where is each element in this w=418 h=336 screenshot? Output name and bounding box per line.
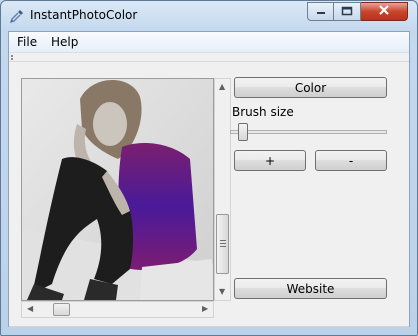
maximize-button[interactable] (334, 2, 361, 21)
app-window: InstantPhotoColor File Help ▲ ▼ ◀ ▶ Colo… (0, 0, 418, 336)
color-button[interactable]: Color (234, 77, 387, 98)
photo-canvas[interactable] (21, 78, 214, 301)
eyedropper-icon (9, 8, 25, 24)
grip-lines-icon (220, 240, 226, 241)
website-button[interactable]: Website (234, 278, 387, 299)
close-icon (377, 4, 391, 19)
brush-size-slider-track[interactable] (230, 130, 387, 134)
maximize-icon (341, 5, 353, 19)
horizontal-scroll-thumb[interactable] (53, 303, 70, 316)
window-title: InstantPhotoColor (30, 8, 138, 22)
close-button[interactable] (361, 2, 408, 21)
menu-bar: File Help (9, 32, 409, 53)
scroll-left-icon[interactable]: ◀ (27, 305, 33, 313)
scroll-down-icon[interactable]: ▼ (219, 288, 225, 296)
minimize-button[interactable] (307, 2, 334, 21)
scroll-right-icon[interactable]: ▶ (202, 305, 208, 313)
vertical-scroll-thumb[interactable] (216, 214, 229, 274)
increase-brush-button[interactable]: + (234, 150, 306, 171)
brush-size-slider-thumb[interactable] (238, 123, 248, 141)
toolstrip (9, 53, 409, 62)
menu-help[interactable]: Help (51, 35, 78, 49)
vertical-scrollbar[interactable]: ▲ ▼ (214, 78, 231, 301)
bottom-divider (9, 326, 409, 327)
photo-image (22, 79, 213, 300)
horizontal-scrollbar[interactable]: ◀ ▶ (21, 301, 214, 318)
scroll-up-icon[interactable]: ▲ (219, 83, 225, 91)
menu-file[interactable]: File (17, 35, 37, 49)
toolstrip-grip[interactable] (11, 55, 13, 57)
minimize-icon (315, 5, 327, 19)
title-bar[interactable]: InstantPhotoColor (1, 1, 417, 31)
client-area: File Help ▲ ▼ ◀ ▶ Color Brush size + - W… (8, 31, 410, 327)
decrease-brush-button[interactable]: - (315, 150, 387, 171)
brush-size-label: Brush size (232, 105, 294, 119)
